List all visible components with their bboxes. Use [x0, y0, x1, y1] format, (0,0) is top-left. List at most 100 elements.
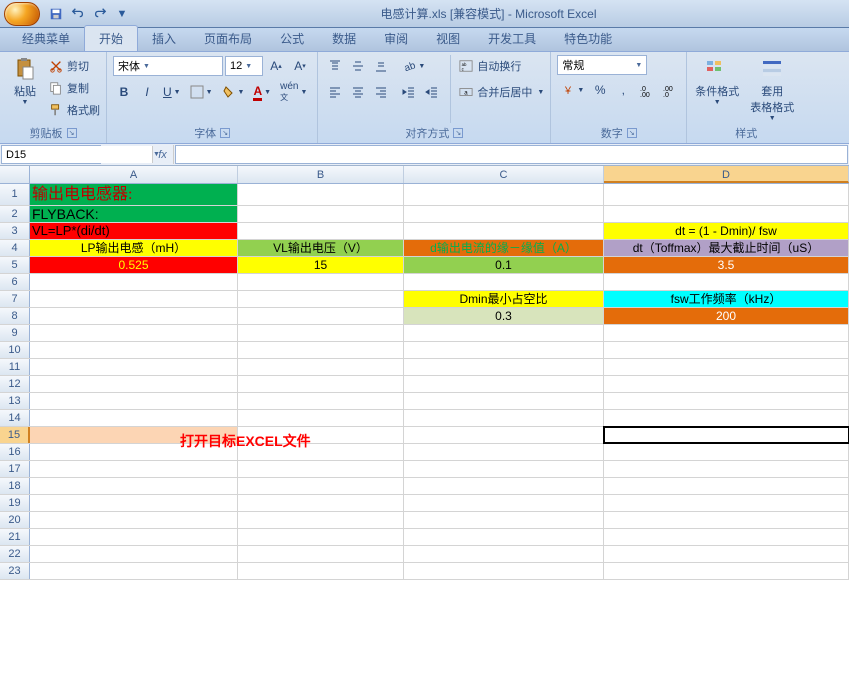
undo-icon[interactable]	[68, 4, 88, 24]
formula-bar[interactable]	[175, 145, 848, 164]
cell-D15[interactable]	[604, 427, 849, 443]
cell-C15[interactable]	[404, 427, 604, 443]
cell-C23[interactable]	[404, 563, 604, 579]
cell-D12[interactable]	[604, 376, 849, 392]
increase-font-button[interactable]: A▴	[265, 55, 287, 77]
align-center-button[interactable]	[347, 81, 369, 103]
italic-button[interactable]: I	[136, 81, 158, 103]
cell-D4[interactable]: dt（Toffmax）最大截止时间（uS）	[604, 240, 849, 256]
percent-button[interactable]: %	[589, 79, 611, 101]
qat-dropdown-icon[interactable]: ▼	[112, 4, 132, 24]
cell-B1[interactable]	[238, 184, 404, 205]
cell-C2[interactable]	[404, 206, 604, 222]
cell-C6[interactable]	[404, 274, 604, 290]
row-header-21[interactable]: 21	[0, 529, 30, 545]
row-header-7[interactable]: 7	[0, 291, 30, 307]
cell-C3[interactable]	[404, 223, 604, 239]
cell-A20[interactable]	[30, 512, 238, 528]
row-header-14[interactable]: 14	[0, 410, 30, 426]
cell-A9[interactable]	[30, 325, 238, 341]
cell-C11[interactable]	[404, 359, 604, 375]
col-header-B[interactable]: B	[238, 166, 404, 183]
row-header-19[interactable]: 19	[0, 495, 30, 511]
cell-D6[interactable]	[604, 274, 849, 290]
row-header-4[interactable]: 4	[0, 240, 30, 256]
align-right-button[interactable]	[370, 81, 392, 103]
align-left-button[interactable]	[324, 81, 346, 103]
tab-special[interactable]: 特色功能	[550, 26, 626, 51]
cell-C21[interactable]	[404, 529, 604, 545]
cell-D8[interactable]: 200	[604, 308, 849, 324]
cell-A5[interactable]: 0.525	[30, 257, 238, 273]
cell-D23[interactable]	[604, 563, 849, 579]
cell-B20[interactable]	[238, 512, 404, 528]
decrease-decimal-button[interactable]: .00.0	[658, 79, 680, 101]
fx-button[interactable]: fx	[152, 145, 174, 164]
align-middle-button[interactable]	[347, 55, 369, 77]
cut-button[interactable]: 剪切	[48, 55, 100, 77]
cell-C19[interactable]	[404, 495, 604, 511]
cell-B13[interactable]	[238, 393, 404, 409]
cell-C18[interactable]	[404, 478, 604, 494]
cell-A8[interactable]	[30, 308, 238, 324]
conditional-format-button[interactable]: 条件格式 ▼	[693, 55, 741, 123]
cell-A2[interactable]: FLYBACK:	[30, 206, 238, 222]
phonetic-button[interactable]: wén文▼	[276, 81, 311, 103]
cell-D1[interactable]	[604, 184, 849, 205]
row-header-16[interactable]: 16	[0, 444, 30, 460]
row-header-1[interactable]: 1	[0, 184, 30, 205]
tab-formulas[interactable]: 公式	[266, 26, 318, 51]
align-top-button[interactable]	[324, 55, 346, 77]
cell-C5[interactable]: 0.1	[404, 257, 604, 273]
align-bottom-button[interactable]	[370, 55, 392, 77]
office-button[interactable]	[4, 2, 40, 26]
paste-button[interactable]: 粘贴 ▼	[6, 55, 44, 123]
cell-B6[interactable]	[238, 274, 404, 290]
cell-A17[interactable]	[30, 461, 238, 477]
cell-A13[interactable]	[30, 393, 238, 409]
cell-C20[interactable]	[404, 512, 604, 528]
cell-D19[interactable]	[604, 495, 849, 511]
increase-indent-button[interactable]	[421, 81, 443, 103]
cell-D22[interactable]	[604, 546, 849, 562]
row-header-11[interactable]: 11	[0, 359, 30, 375]
cell-C17[interactable]	[404, 461, 604, 477]
decrease-indent-button[interactable]	[398, 81, 420, 103]
merge-center-button[interactable]: a合并后居中▼	[458, 81, 544, 103]
cell-B14[interactable]	[238, 410, 404, 426]
cell-A18[interactable]	[30, 478, 238, 494]
cell-B4[interactable]: VL输出电压（V）	[238, 240, 404, 256]
accounting-format-button[interactable]: ￥▼	[557, 79, 588, 101]
col-header-A[interactable]: A	[30, 166, 238, 183]
number-format-dropdown[interactable]: 常规▼	[557, 55, 647, 75]
cell-B3[interactable]	[238, 223, 404, 239]
name-box[interactable]: ▼	[1, 145, 101, 164]
cell-B10[interactable]	[238, 342, 404, 358]
cell-D9[interactable]	[604, 325, 849, 341]
cell-A6[interactable]	[30, 274, 238, 290]
cell-B5[interactable]: 15	[238, 257, 404, 273]
cell-A1[interactable]: 输出电电感器:	[30, 184, 238, 205]
row-header-3[interactable]: 3	[0, 223, 30, 239]
row-header-15[interactable]: 15	[0, 427, 30, 443]
cell-C8[interactable]: 0.3	[404, 308, 604, 324]
cell-A3[interactable]: VL=LP*(di/dt)	[30, 223, 238, 239]
cell-D5[interactable]: 3.5	[604, 257, 849, 273]
cell-C12[interactable]	[404, 376, 604, 392]
cell-D17[interactable]	[604, 461, 849, 477]
row-header-17[interactable]: 17	[0, 461, 30, 477]
row-header-9[interactable]: 9	[0, 325, 30, 341]
row-header-5[interactable]: 5	[0, 257, 30, 273]
cell-B7[interactable]	[238, 291, 404, 307]
cell-A12[interactable]	[30, 376, 238, 392]
tab-insert[interactable]: 插入	[138, 26, 190, 51]
cell-D13[interactable]	[604, 393, 849, 409]
cell-A19[interactable]	[30, 495, 238, 511]
row-header-8[interactable]: 8	[0, 308, 30, 324]
tab-developer[interactable]: 开发工具	[474, 26, 550, 51]
orientation-button[interactable]: ab▼	[398, 55, 429, 77]
bold-button[interactable]: B	[113, 81, 135, 103]
cell-D11[interactable]	[604, 359, 849, 375]
comma-button[interactable]: ,	[612, 79, 634, 101]
cell-B2[interactable]	[238, 206, 404, 222]
